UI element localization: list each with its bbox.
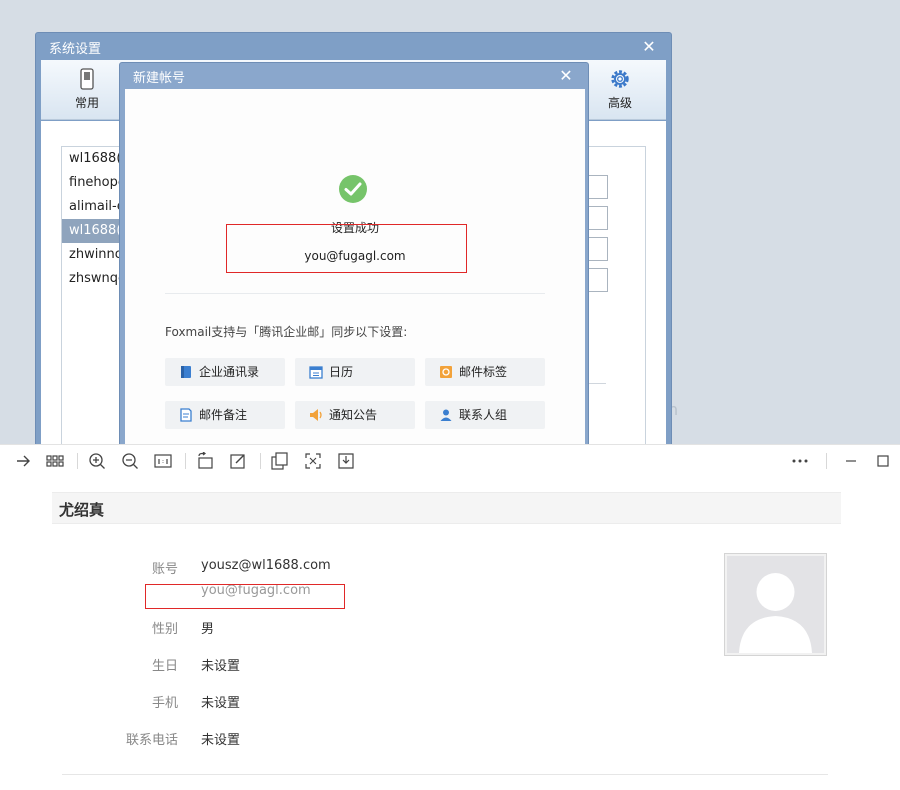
save-icon[interactable]: [337, 452, 355, 470]
actual-size-icon[interactable]: [154, 452, 172, 470]
sync-item-label: 邮件备注: [199, 408, 248, 422]
phone-value: 未设置: [201, 733, 241, 748]
detail-input-field[interactable]: [588, 237, 608, 261]
success-check-icon: [339, 175, 367, 203]
detail-input-field[interactable]: [588, 268, 608, 292]
sync-mail-tag-button[interactable]: 邮件标签: [425, 358, 545, 386]
new-account-close-icon[interactable]: ✕: [558, 68, 574, 84]
system-settings-close-icon[interactable]: ✕: [641, 39, 657, 55]
sync-item-label: 通知公告: [329, 408, 378, 422]
announcement-icon: [310, 409, 322, 421]
mail-note-icon: [180, 408, 192, 422]
highlight-box: [145, 584, 345, 609]
sync-address-book-button[interactable]: 企业通讯录: [165, 358, 285, 386]
sync-item-label: 企业通讯录: [199, 365, 260, 379]
foxmail-screenshot: n 系统设置 ✕ 常用 高级 wl1688(y finehope alimail…: [0, 0, 900, 444]
toolbar-separator: [77, 453, 78, 469]
sync-calendar-button[interactable]: 日历: [295, 358, 415, 386]
birthday-label: 生日: [151, 659, 178, 674]
image-viewer: 尤绍真 账号 yousz@wl1688.com you@fugagl.com 性…: [0, 444, 900, 790]
gear-icon: [611, 70, 629, 88]
rotate-icon[interactable]: [196, 452, 214, 470]
mail-tag-icon: [440, 366, 452, 378]
avatar: [724, 553, 827, 656]
account-value: yousz@wl1688.com: [201, 558, 331, 573]
sync-contact-group-button[interactable]: 联系人组: [425, 401, 545, 429]
common-tab-label: 常用: [74, 96, 99, 110]
sync-item-label: 日历: [329, 365, 354, 379]
new-account-dialog: 新建帐号 ✕ 设置成功 you@fugagl.com Foxmail支持与「腾讯…: [119, 62, 589, 444]
advanced-tab-button[interactable]: 高级: [596, 68, 644, 111]
divider: [62, 774, 828, 775]
default-avatar-icon: [739, 573, 812, 653]
arrow-right-icon[interactable]: [14, 452, 32, 470]
phone-label: 联系电话: [125, 733, 178, 748]
maximize-icon[interactable]: [874, 452, 892, 470]
new-account-body: 设置成功 you@fugagl.com Foxmail支持与「腾讯企业邮」同步以…: [125, 89, 585, 444]
edit-icon[interactable]: [229, 452, 247, 470]
grid-icon[interactable]: [46, 452, 64, 470]
zoom-out-icon[interactable]: [121, 452, 139, 470]
toolbar-separator: [826, 453, 827, 469]
birthday-value: 未设置: [201, 659, 241, 674]
calendar-icon: [309, 366, 323, 379]
detail-input-field[interactable]: [588, 175, 608, 199]
more-options-icon[interactable]: [791, 452, 809, 470]
contact-group-icon: [440, 409, 452, 421]
toolbar-separator: [260, 453, 261, 469]
common-tab-button[interactable]: 常用: [63, 68, 111, 111]
zoom-in-icon[interactable]: [88, 452, 106, 470]
profile-name: 尤绍真: [59, 501, 105, 519]
gender-value: 男: [201, 622, 215, 637]
viewer-toolbar: [0, 445, 900, 477]
gender-label: 性别: [151, 622, 178, 637]
detail-input-field[interactable]: [588, 206, 608, 230]
system-settings-title: 系统设置: [49, 42, 102, 57]
copy-icon[interactable]: [271, 452, 289, 470]
profile-name-bar: 尤绍真: [52, 492, 841, 524]
crop-icon[interactable]: [304, 452, 322, 470]
mobile-value: 未设置: [201, 696, 241, 711]
sync-mail-note-button[interactable]: 邮件备注: [165, 401, 285, 429]
highlight-box: [226, 224, 467, 273]
advanced-tab-label: 高级: [607, 96, 632, 110]
minimize-icon[interactable]: [842, 452, 860, 470]
sync-item-label: 邮件标签: [459, 365, 508, 379]
toolbar-separator: [185, 453, 186, 469]
divider: [165, 293, 545, 294]
mobile-label: 手机: [151, 696, 178, 711]
phone-icon: [80, 68, 94, 90]
sync-announcement-button[interactable]: 通知公告: [295, 401, 415, 429]
account-details-panel: [546, 146, 646, 444]
sync-description: Foxmail支持与「腾讯企业邮」同步以下设置:: [165, 325, 408, 339]
new-account-title: 新建帐号: [133, 71, 186, 86]
sync-item-label: 联系人组: [459, 408, 508, 422]
address-book-icon: [181, 366, 191, 378]
account-label: 账号: [151, 562, 178, 577]
